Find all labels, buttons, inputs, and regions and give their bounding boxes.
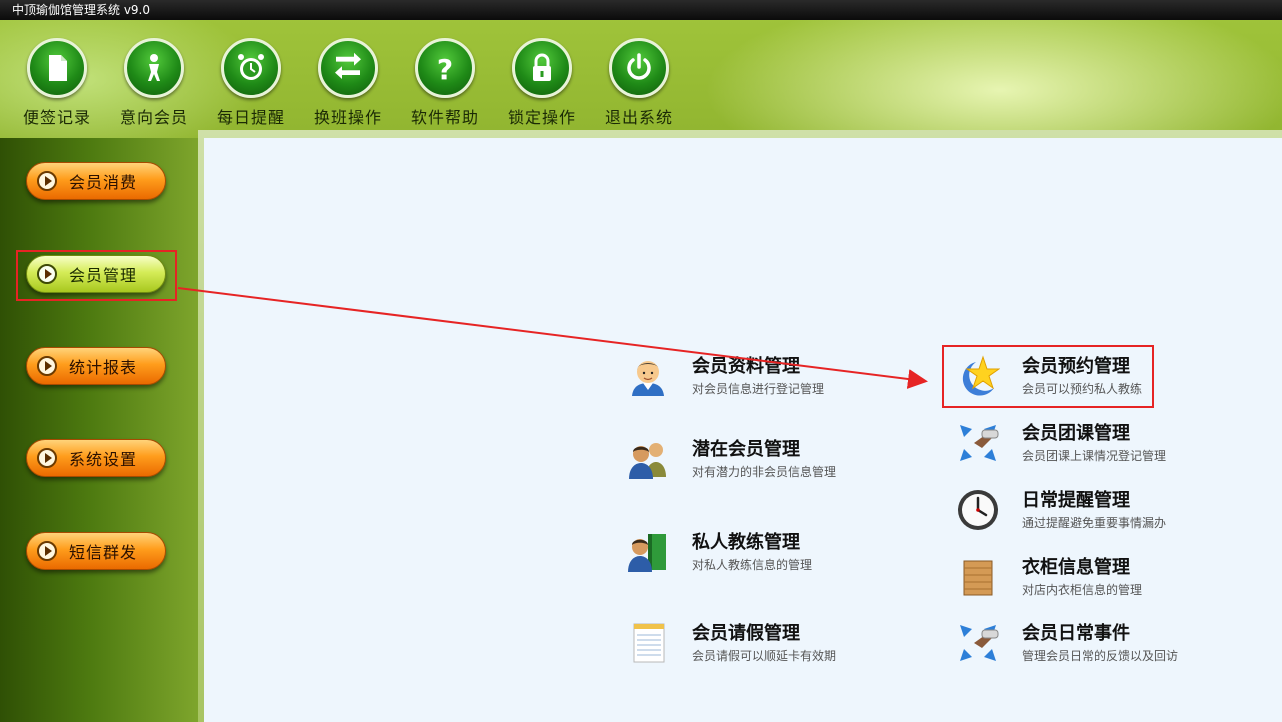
swap-arrows-icon	[318, 38, 378, 98]
notepad-lines-icon	[626, 621, 670, 665]
question-icon: ?	[415, 38, 475, 98]
function-panel: 会员资料管理 对会员信息进行登记管理 潜在会员管理 对有潜力的非会员信息管理 私…	[204, 138, 1282, 722]
trainer-book-icon	[626, 530, 670, 574]
svg-text:?: ?	[437, 53, 453, 85]
person-icon	[124, 38, 184, 98]
wooden-cabinet-icon	[956, 555, 1000, 599]
notepad-icon	[27, 38, 87, 98]
toolbar-button-shift-change[interactable]: 换班操作	[299, 38, 397, 128]
sidebar-item-statistics-report[interactable]: 统计报表	[26, 347, 166, 385]
function-daily-reminder[interactable]: 日常提醒管理 通过提醒避免重要事情漏办	[956, 484, 1236, 540]
users-group-icon	[626, 437, 670, 481]
toolbar: 便签记录 意向会员 每日提醒 换班操作 ? 软件帮助 锁定操作 退出系统	[0, 38, 700, 138]
function-member-profile[interactable]: 会员资料管理 对会员信息进行登记管理	[626, 350, 906, 406]
highlight-box-booking	[942, 345, 1154, 408]
function-daily-events[interactable]: 会员日常事件 管理会员日常的反馈以及回访	[956, 617, 1236, 673]
play-icon	[37, 171, 57, 191]
member-avatar-icon	[626, 354, 670, 398]
clock-icon	[956, 488, 1000, 532]
toolbar-button-prospects[interactable]: 意向会员	[105, 38, 203, 128]
sidebar-item-member-consumption[interactable]: 会员消费	[26, 162, 166, 200]
play-icon	[37, 448, 57, 468]
window-titlebar: 中顶瑜伽馆管理系统 v9.0	[0, 0, 1282, 20]
sidebar-item-sms-broadcast[interactable]: 短信群发	[26, 532, 166, 570]
highlight-box-sidebar	[16, 250, 177, 301]
function-personal-trainer[interactable]: 私人教练管理 对私人教练信息的管理	[626, 526, 906, 582]
toolbar-button-exit[interactable]: 退出系统	[590, 38, 688, 128]
sidebar-item-system-settings[interactable]: 系统设置	[26, 439, 166, 477]
function-member-leave[interactable]: 会员请假管理 会员请假可以顺延卡有效期	[626, 617, 906, 673]
toolbar-button-notes[interactable]: 便签记录	[8, 38, 106, 128]
alarm-clock-icon	[221, 38, 281, 98]
lock-icon	[512, 38, 572, 98]
toolbar-button-lock[interactable]: 锁定操作	[493, 38, 591, 128]
function-locker-info[interactable]: 衣柜信息管理 对店内衣柜信息的管理	[956, 551, 1236, 607]
window-title: 中顶瑜伽馆管理系统 v9.0	[12, 3, 151, 17]
function-group-class[interactable]: 会员团课管理 会员团课上课情况登记管理	[956, 417, 1236, 473]
play-icon	[37, 541, 57, 561]
toolbar-button-daily-reminder[interactable]: 每日提醒	[202, 38, 300, 128]
content-area: 会员资料管理 对会员信息进行登记管理 潜在会员管理 对有潜力的非会员信息管理 私…	[198, 130, 1282, 722]
arrows-hand-icon	[956, 421, 1000, 465]
play-icon	[37, 356, 57, 376]
function-potential-members[interactable]: 潜在会员管理 对有潜力的非会员信息管理	[626, 433, 906, 489]
arrows-hand-icon	[956, 621, 1000, 665]
toolbar-button-help[interactable]: ? 软件帮助	[396, 38, 494, 128]
sidebar	[0, 138, 198, 722]
power-icon	[609, 38, 669, 98]
